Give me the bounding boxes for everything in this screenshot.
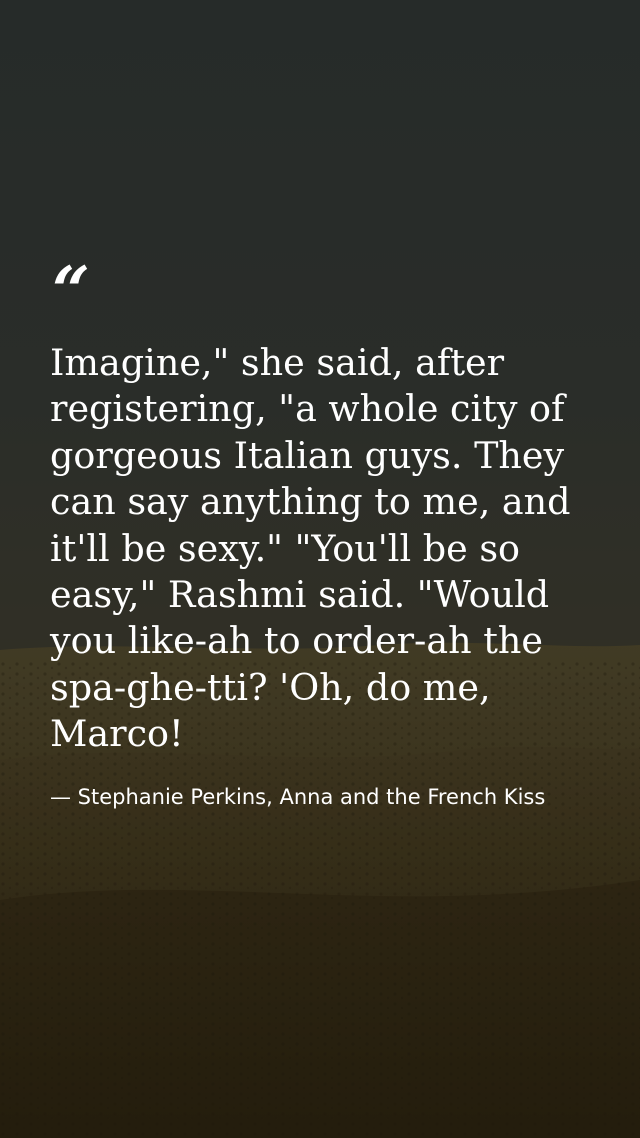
quote-card: “ Imagine," she said, after registering,…: [50, 258, 610, 813]
quote-mark-icon: “: [52, 252, 90, 330]
quote-text: Imagine," she said, after registering, "…: [50, 341, 571, 756]
quote-attribution: — Stephanie Perkins, Anna and the French…: [50, 784, 546, 809]
